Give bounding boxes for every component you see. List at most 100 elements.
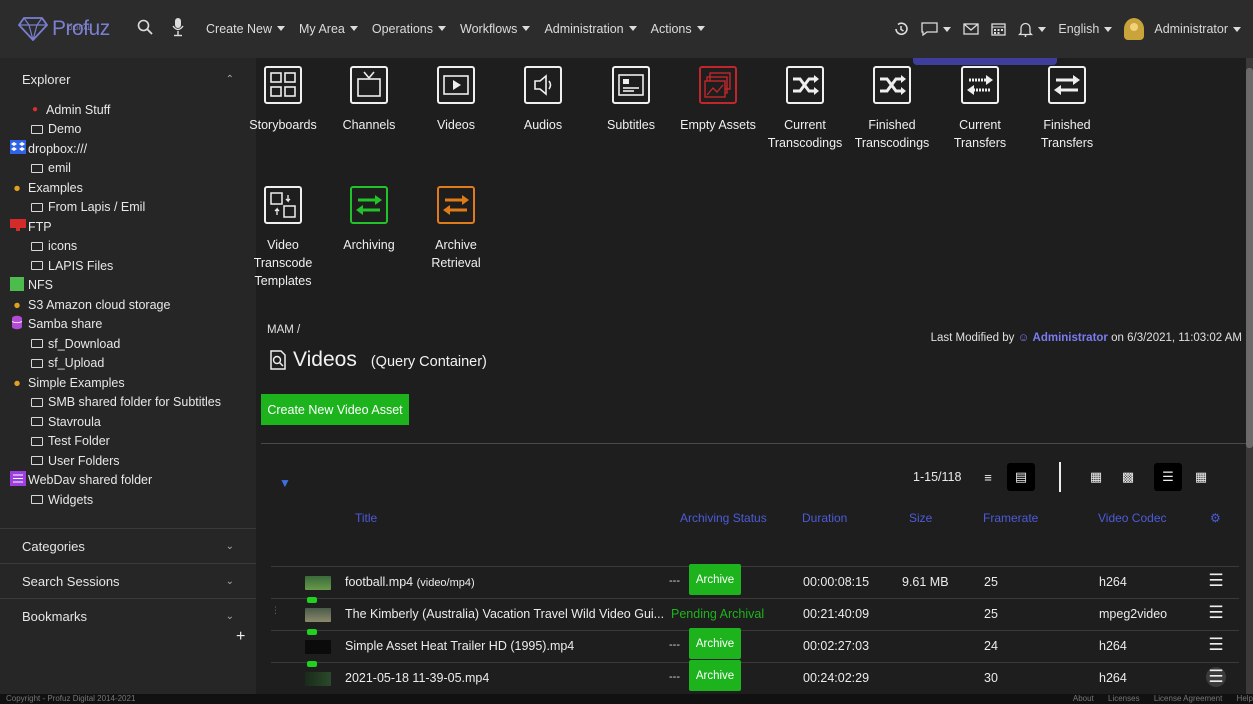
row-title[interactable]: 2021-05-18 11-39-05.mp4 bbox=[345, 671, 665, 685]
nav-operations[interactable]: Operations bbox=[372, 22, 447, 36]
nav-administration-label: Administration bbox=[544, 22, 624, 36]
scrollbar[interactable] bbox=[1246, 58, 1253, 694]
calendar-view-icon[interactable]: ▦ bbox=[1187, 463, 1215, 491]
tile-current-transcodings[interactable]: Current Transcodings bbox=[760, 66, 850, 152]
tree-item-webdav[interactable]: WebDav shared folder bbox=[10, 471, 256, 491]
footer-link-licenses[interactable]: Licenses bbox=[1108, 694, 1140, 703]
details-view-icon[interactable]: ☰ bbox=[1154, 463, 1182, 491]
tree-item-smb-subtitles[interactable]: SMB shared folder for Subtitles bbox=[10, 393, 256, 413]
nav-administration[interactable]: Administration bbox=[544, 22, 637, 36]
chevron-up-icon[interactable]: ⌃ bbox=[226, 74, 234, 85]
archive-button[interactable]: Archive bbox=[689, 660, 741, 691]
tile-current-transfers[interactable]: Current Transfers bbox=[935, 66, 1025, 152]
user-menu[interactable]: Administrator bbox=[1124, 18, 1241, 40]
tree-item-sf-download[interactable]: sf_Download bbox=[10, 334, 256, 354]
history-icon[interactable] bbox=[893, 21, 909, 37]
section-bookmarks[interactable]: Bookmarks ⌄ bbox=[0, 598, 256, 633]
row-title[interactable]: Simple Asset Heat Trailer HD (1995).mp4 bbox=[345, 639, 665, 653]
tree-item-lapis-files[interactable]: LAPIS Files bbox=[10, 256, 256, 276]
tree-item-simple-examples[interactable]: ● Simple Examples bbox=[10, 373, 256, 393]
create-new-video-asset-button[interactable]: Create New Video Asset bbox=[261, 394, 409, 425]
microphone-icon[interactable] bbox=[172, 17, 184, 40]
nav-workflows[interactable]: Workflows bbox=[460, 22, 531, 36]
column-size[interactable]: Size bbox=[909, 511, 932, 525]
tile-storyboards[interactable]: Storyboards bbox=[238, 66, 328, 134]
tree-item-nfs[interactable]: NFS bbox=[10, 276, 256, 296]
ftp-icon bbox=[10, 219, 26, 234]
tree-item-admin-stuff[interactable]: ● Admin Stuff bbox=[10, 100, 256, 120]
column-video-codec[interactable]: Video Codec bbox=[1098, 511, 1167, 525]
row-menu-icon[interactable]: ☰ bbox=[1206, 603, 1226, 623]
footer-link-about[interactable]: About bbox=[1073, 694, 1094, 703]
tree-item-user-folders[interactable]: User Folders bbox=[10, 451, 256, 471]
filter-icon[interactable]: ▼ bbox=[279, 476, 291, 490]
tile-videos[interactable]: Videos bbox=[411, 66, 501, 134]
section-categories[interactable]: Categories ⌄ bbox=[0, 528, 256, 563]
tile-subtitles[interactable]: Subtitles bbox=[586, 66, 676, 134]
tile-video-transcode-templates[interactable]: Video Transcode Templates bbox=[238, 186, 328, 290]
mail-icon[interactable] bbox=[963, 23, 980, 35]
profuz-logo[interactable]: Profuz bbox=[18, 12, 110, 46]
last-modified-user[interactable]: Administrator bbox=[1033, 332, 1108, 344]
tree-item-test-folder[interactable]: Test Folder bbox=[10, 432, 256, 452]
tree-item-from-lapis[interactable]: From Lapis / Emil bbox=[10, 198, 256, 218]
scrollbar-thumb[interactable] bbox=[1246, 68, 1253, 448]
archive-button[interactable]: Archive bbox=[689, 564, 741, 595]
tile-archive-retrieval[interactable]: Archive Retrieval bbox=[411, 186, 501, 272]
tree-item-samba[interactable]: Samba share bbox=[10, 315, 256, 335]
table-row[interactable]: Simple Asset Heat Trailer HD (1995).mp4 … bbox=[271, 628, 1239, 662]
tree-item-stavroula[interactable]: Stavroula bbox=[10, 412, 256, 432]
row-menu-icon[interactable]: ☰ bbox=[1206, 635, 1226, 655]
tile-audios[interactable]: Audios bbox=[498, 66, 588, 134]
grid-large-icon[interactable]: ▩ bbox=[1114, 463, 1142, 491]
tree-item-s3[interactable]: ● S3 Amazon cloud storage bbox=[10, 295, 256, 315]
section-search-sessions[interactable]: Search Sessions ⌄ bbox=[0, 563, 256, 598]
video-transcode-templates-icon bbox=[264, 186, 302, 224]
tree-item-examples[interactable]: ● Examples bbox=[10, 178, 256, 198]
explorer-header[interactable]: Explorer ⌃ bbox=[0, 58, 256, 100]
tile-archiving[interactable]: Archiving bbox=[324, 186, 414, 254]
table-row[interactable]: 2021-05-18 11-39-05.mp4 --- Archive 00:2… bbox=[271, 660, 1239, 694]
language-select[interactable]: English bbox=[1058, 22, 1113, 36]
drag-handle-icon[interactable]: ⋮ bbox=[271, 605, 280, 616]
settings-gear-icon[interactable]: ⚙ bbox=[1210, 511, 1221, 525]
tree-item-demo[interactable]: Demo bbox=[10, 120, 256, 140]
footer-link-license-agreement[interactable]: License Agreement bbox=[1154, 694, 1223, 703]
last-modified-date: on 6/3/2021, 11:03:02 AM bbox=[1111, 332, 1242, 344]
row-menu-icon[interactable]: ☰ bbox=[1206, 571, 1226, 591]
nav-actions[interactable]: Actions bbox=[651, 22, 705, 36]
column-title[interactable]: Title bbox=[355, 511, 377, 525]
tile-empty-assets[interactable]: Empty Assets bbox=[673, 66, 763, 134]
table-row[interactable]: football.mp4 (video/mp4) --- Archive 00:… bbox=[271, 564, 1239, 598]
tree-item-widgets[interactable]: Widgets bbox=[10, 490, 256, 510]
tree-item-dropbox[interactable]: dropbox:/// bbox=[10, 139, 256, 159]
tile-finished-transcodings[interactable]: Finished Transcodings bbox=[847, 66, 937, 152]
tree-item-sf-upload[interactable]: sf_Upload bbox=[10, 354, 256, 374]
list-view-icon[interactable]: ▤ bbox=[1007, 463, 1035, 491]
nav-my-area[interactable]: My Area bbox=[299, 22, 358, 36]
chat-menu[interactable] bbox=[921, 22, 952, 36]
tile-channels[interactable]: Channels bbox=[324, 66, 414, 134]
add-icon[interactable]: + bbox=[236, 628, 245, 646]
list-compact-icon[interactable]: ≡ bbox=[974, 463, 1002, 491]
row-title[interactable]: football.mp4 (video/mp4) bbox=[345, 575, 665, 589]
search-icon[interactable] bbox=[137, 19, 153, 38]
tree-item-emil[interactable]: emil bbox=[10, 159, 256, 179]
row-title[interactable]: The Kimberly (Australia) Vacation Travel… bbox=[345, 607, 665, 621]
notifications-menu[interactable] bbox=[1018, 21, 1047, 37]
breadcrumb[interactable]: MAM / bbox=[267, 324, 300, 336]
row-menu-icon[interactable]: ☰ bbox=[1206, 667, 1226, 687]
column-archiving-status[interactable]: Archiving Status bbox=[680, 511, 767, 525]
footer-link-help[interactable]: Help bbox=[1237, 694, 1253, 703]
nav-create-new[interactable]: Create New bbox=[206, 22, 285, 36]
column-duration[interactable]: Duration bbox=[802, 511, 847, 525]
column-framerate[interactable]: Framerate bbox=[983, 511, 1038, 525]
grid-small-icon[interactable]: ▦ bbox=[1082, 463, 1110, 491]
people-icon: ● bbox=[13, 375, 21, 390]
archive-button[interactable]: Archive bbox=[689, 628, 741, 659]
calendar-icon[interactable] bbox=[991, 22, 1007, 36]
tree-item-ftp[interactable]: FTP bbox=[10, 217, 256, 237]
table-row[interactable]: ⋮ The Kimberly (Australia) Vacation Trav… bbox=[271, 597, 1239, 630]
tile-finished-transfers[interactable]: Finished Transfers bbox=[1022, 66, 1112, 152]
tree-item-icons[interactable]: icons bbox=[10, 237, 256, 257]
